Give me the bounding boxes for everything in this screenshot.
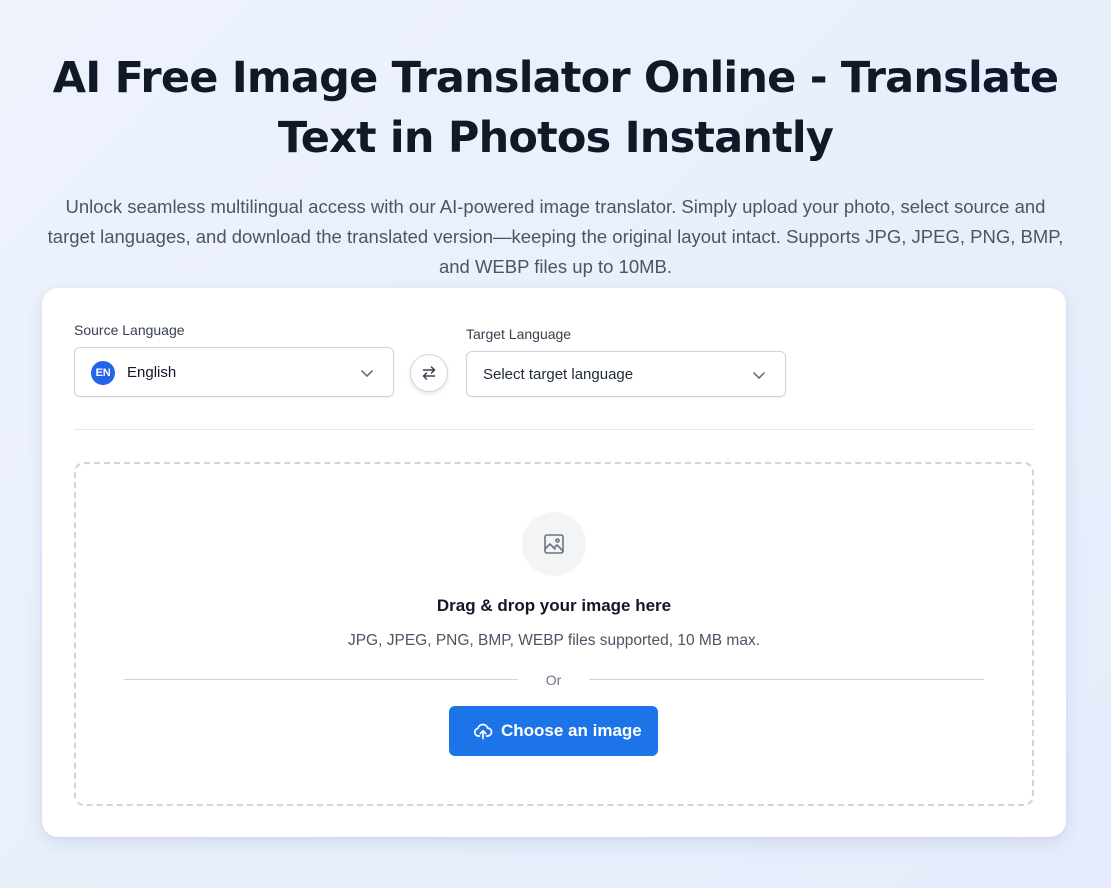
target-language-label: Target Language — [466, 326, 572, 342]
source-language-value: English — [127, 364, 177, 381]
image-icon — [544, 534, 564, 554]
language-badge: EN — [91, 361, 115, 385]
source-language-select[interactable]: EN English — [74, 347, 394, 397]
or-label: Or — [545, 672, 562, 688]
dropzone-hint: JPG, JPEG, PNG, BMP, WEBP files supporte… — [347, 632, 761, 649]
choose-image-label: Choose an image — [501, 721, 642, 740]
chevron-down-icon — [361, 370, 373, 377]
or-divider-right — [589, 679, 984, 680]
page-title: AI Free Image Translator Online - Transl… — [52, 53, 1059, 163]
translator-card: Source Language EN English Target Langua… — [42, 288, 1066, 837]
dropzone-title: Drag & drop your image here — [436, 596, 672, 615]
swap-languages-button[interactable] — [410, 354, 448, 392]
image-icon-circle — [522, 512, 586, 576]
page-description: Unlock seamless multilingual access with… — [47, 196, 1064, 277]
or-divider-left — [124, 679, 518, 680]
choose-image-button[interactable]: Choose an image — [449, 706, 658, 756]
section-divider — [74, 429, 1034, 430]
swap-arrows-icon — [422, 366, 436, 380]
target-language-placeholder: Select target language — [483, 366, 634, 383]
cloud-upload-icon — [473, 723, 493, 740]
source-language-label: Source Language — [74, 322, 185, 338]
image-dropzone[interactable]: Drag & drop your image here JPG, JPEG, P… — [74, 462, 1034, 806]
target-language-select[interactable]: Select target language — [466, 351, 786, 397]
chevron-down-icon — [753, 372, 765, 379]
